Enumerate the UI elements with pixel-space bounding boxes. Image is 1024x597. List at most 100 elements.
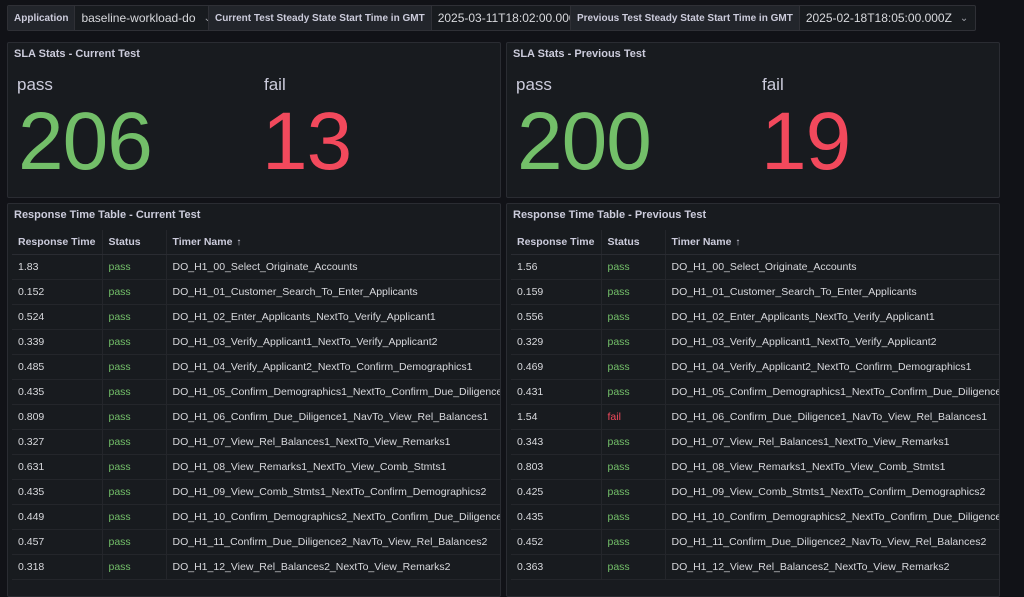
status-cell: pass	[600, 429, 666, 455]
column-header-status[interactable]: Status	[600, 230, 666, 255]
arrow-up-icon: ↑	[236, 237, 242, 248]
timer-name-cell: DO_H1_07_View_Rel_Balances1_NextTo_View_…	[166, 429, 500, 455]
timer-name-cell: DO_H1_05_Confirm_Demographics1_NextTo_Co…	[665, 379, 999, 405]
variable-label: Previous Test Steady State Start Time in…	[571, 6, 800, 30]
table-row: 1.56 pass DO_H1_00_Select_Originate_Accoun…	[511, 254, 999, 280]
status-cell: pass	[600, 454, 666, 480]
response-table-current-panel: Response Time Table - Current Test Respo…	[7, 203, 501, 597]
timer-name-cell: DO_H1_02_Enter_Applicants_NextTo_Verify_…	[665, 304, 999, 330]
table-row: 0.425 pass DO_H1_09_View_Comb_Stmts1_NextT…	[511, 479, 999, 505]
response-time-cell: 0.452	[511, 529, 601, 555]
response-time-cell: 0.435	[511, 504, 601, 530]
previous-test-start-variable[interactable]: Previous Test Steady State Start Time in…	[570, 5, 977, 31]
table-row: 0.457 pass DO_H1_11_Confirm_Due_Diligence2…	[12, 529, 500, 555]
response-time-cell: 0.152	[12, 279, 102, 305]
timer-name-cell: DO_H1_00_Select_Originate_Accounts	[166, 254, 500, 280]
fail-count: 13	[262, 96, 352, 187]
table-row: 0.327 pass DO_H1_07_View_Rel_Balances1_Nex…	[12, 429, 500, 455]
response-time-cell: 1.54	[511, 404, 601, 430]
status-cell: pass	[600, 304, 666, 330]
status-cell: pass	[600, 279, 666, 305]
response-table-previous-panel: Response Time Table - Previous Test Resp…	[506, 203, 1000, 597]
table-row: 0.469 pass DO_H1_04_Verify_Applicant2_Next…	[511, 354, 999, 380]
panel-title[interactable]: Response Time Table - Current Test	[14, 209, 200, 221]
response-time-cell: 0.485	[12, 354, 102, 380]
table-row: 0.803 pass DO_H1_08_View_Remarks1_NextTo_V…	[511, 454, 999, 480]
response-time-cell: 0.435	[12, 379, 102, 405]
status-cell: pass	[600, 254, 666, 280]
status-cell: fail	[600, 404, 666, 430]
status-cell: pass	[600, 379, 666, 405]
status-cell: pass	[101, 354, 167, 380]
column-header-timer-name[interactable]: Timer Name ↑	[665, 230, 999, 255]
variable-value[interactable]: baseline-workload-do	[75, 6, 201, 30]
timer-name-cell: DO_H1_08_View_Remarks1_NextTo_View_Comb_…	[166, 454, 500, 480]
response-time-cell: 0.449	[12, 504, 102, 530]
response-time-cell: 0.556	[511, 304, 601, 330]
variable-value[interactable]: 2025-02-18T18:05:00.000Z	[800, 6, 958, 30]
table-row: 0.452 pass DO_H1_11_Confirm_Due_Diligence2…	[511, 529, 999, 555]
response-time-table: Response Time Status Timer Name ↑ 1.56 pas…	[511, 230, 999, 580]
table-row: 0.435 pass DO_H1_10_Confirm_Demographics2_…	[511, 504, 999, 530]
pass-label: pass	[17, 75, 53, 94]
chevron-down-icon[interactable]: ⌄	[958, 6, 975, 30]
fail-label: fail	[762, 75, 784, 94]
column-header-response-time[interactable]: Response Time	[511, 230, 601, 255]
arrow-up-icon: ↑	[735, 237, 741, 248]
table-header-row: Response Time Status Timer Name ↑	[12, 230, 500, 255]
status-cell: pass	[101, 254, 167, 280]
response-time-cell: 1.83	[12, 254, 102, 280]
panel-title[interactable]: Response Time Table - Previous Test	[513, 209, 706, 221]
column-header-timer-name[interactable]: Timer Name ↑	[166, 230, 500, 255]
column-header-response-time[interactable]: Response Time	[12, 230, 102, 255]
timer-name-cell: DO_H1_04_Verify_Applicant2_NextTo_Confir…	[166, 354, 500, 380]
fail-label: fail	[264, 75, 286, 94]
status-cell: pass	[101, 404, 167, 430]
table-row: 0.449 pass DO_H1_10_Confirm_Demographics2_…	[12, 504, 500, 530]
table-row: 0.363 pass DO_H1_12_View_Rel_Balances2_Nex…	[511, 554, 999, 580]
application-variable[interactable]: Application baseline-workload-do ⌄	[7, 5, 220, 31]
status-cell: pass	[600, 529, 666, 555]
response-time-cell: 0.318	[12, 554, 102, 580]
timer-name-cell: DO_H1_11_Confirm_Due_Diligence2_NavTo_Vi…	[665, 529, 999, 555]
timer-name-cell: DO_H1_04_Verify_Applicant2_NextTo_Confir…	[665, 354, 999, 380]
status-cell: pass	[101, 379, 167, 405]
table-row: 0.343 pass DO_H1_07_View_Rel_Balances1_Nex…	[511, 429, 999, 455]
table-row: 0.435 pass DO_H1_05_Confirm_Demographics1_…	[12, 379, 500, 405]
response-time-cell: 0.469	[511, 354, 601, 380]
pass-count: 206	[18, 96, 153, 187]
response-time-cell: 0.425	[511, 479, 601, 505]
timer-name-cell: DO_H1_02_Enter_Applicants_NextTo_Verify_…	[166, 304, 500, 330]
status-cell: pass	[600, 554, 666, 580]
timer-name-cell: DO_H1_10_Confirm_Demographics2_NextTo_Co…	[665, 504, 999, 530]
response-time-cell: 0.339	[12, 329, 102, 355]
status-cell: pass	[101, 554, 167, 580]
column-header-status[interactable]: Status	[101, 230, 167, 255]
variable-label: Current Test Steady State Start Time in …	[209, 6, 432, 30]
status-cell: pass	[101, 454, 167, 480]
variables-bar: Application baseline-workload-do ⌄ Curre…	[0, 0, 1024, 40]
response-time-cell: 0.809	[12, 404, 102, 430]
table-row: 0.435 pass DO_H1_09_View_Comb_Stmts1_NextT…	[12, 479, 500, 505]
timer-name-cell: DO_H1_03_Verify_Applicant1_NextTo_Verify…	[665, 329, 999, 355]
status-cell: pass	[101, 529, 167, 555]
panel-title[interactable]: SLA Stats - Previous Test	[513, 48, 646, 60]
table-row: 0.329 pass DO_H1_03_Verify_Applicant1_Next…	[511, 329, 999, 355]
response-time-table: Response Time Status Timer Name ↑ 1.83 pas…	[12, 230, 500, 580]
response-time-cell: 1.56	[511, 254, 601, 280]
table-row: 0.631 pass DO_H1_08_View_Remarks1_NextTo_V…	[12, 454, 500, 480]
status-cell: pass	[600, 329, 666, 355]
timer-name-cell: DO_H1_08_View_Remarks1_NextTo_View_Comb_…	[665, 454, 999, 480]
timer-name-cell: DO_H1_05_Confirm_Demographics1_NextTo_Co…	[166, 379, 500, 405]
current-test-start-variable[interactable]: Current Test Steady State Start Time in …	[208, 5, 608, 31]
timer-name-cell: DO_H1_12_View_Rel_Balances2_NextTo_View_…	[665, 554, 999, 580]
variable-value[interactable]: 2025-03-11T18:02:00.000Z	[432, 6, 589, 30]
panel-title[interactable]: SLA Stats - Current Test	[14, 48, 140, 60]
table-row: 1.54 fail DO_H1_06_Confirm_Due_Diligence1_…	[511, 404, 999, 430]
timer-name-cell: DO_H1_09_View_Comb_Stmts1_NextTo_Confirm…	[166, 479, 500, 505]
response-time-cell: 0.343	[511, 429, 601, 455]
status-cell: pass	[101, 329, 167, 355]
table-row: 0.524 pass DO_H1_02_Enter_Applicants_NextT…	[12, 304, 500, 330]
timer-name-cell: DO_H1_06_Confirm_Due_Diligence1_NavTo_Vi…	[665, 404, 999, 430]
response-time-cell: 0.363	[511, 554, 601, 580]
